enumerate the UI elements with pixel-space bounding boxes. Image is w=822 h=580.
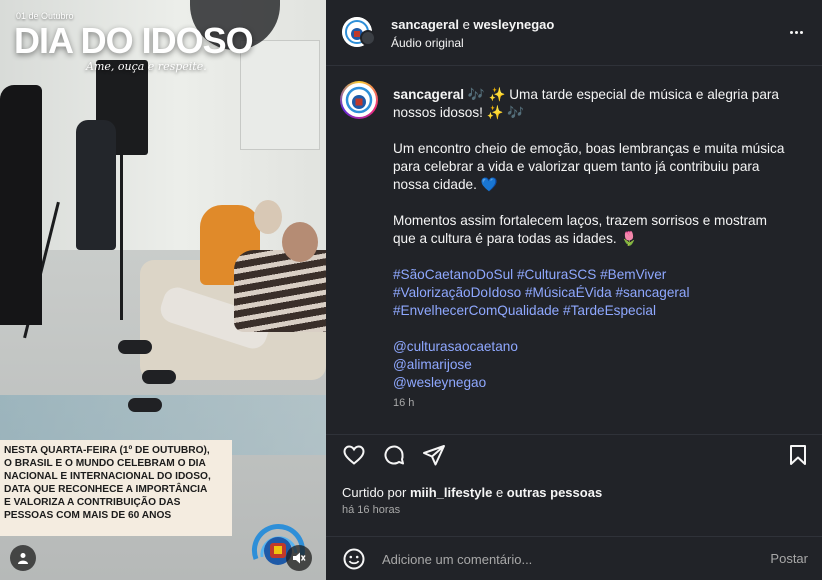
user-icon [18,553,28,564]
comment-button[interactable] [380,441,408,469]
caption-timestamp[interactable]: 16 h [393,394,793,412]
more-options-button[interactable] [786,22,806,42]
hashtag-link[interactable]: #sancageral [615,285,689,300]
comment-icon [384,445,404,465]
bookmark-icon [790,445,806,465]
share-button[interactable] [420,441,448,469]
emoji-picker-button[interactable] [342,547,366,571]
speaker-muted-icon [293,552,306,564]
scene-head [254,200,282,234]
post-time-ago[interactable]: há 16 horas [342,504,400,516]
scene-shoe [118,340,152,354]
comment-bar: Postar [326,536,822,580]
like-button[interactable] [340,441,368,469]
liked-by-user-link[interactable]: miih_lifestyle [410,485,492,500]
author-link-1[interactable]: sancageral [391,17,459,32]
post-header: sancageral e wesleynegao Áudio original [326,0,822,66]
scene-woman-striped [234,250,326,332]
caption-hashtags: #SãoCaetanoDoSul #CulturaSCS #BemViver #… [393,266,793,320]
instagram-post-modal: 01 de Outubro DIA DO IDOSO Ame, ouça e r… [0,0,822,580]
mention-link[interactable]: @alimarijose [393,356,793,374]
liked-by-summary: Curtido por miih_lifestyle e outras pess… [342,485,602,500]
scene-head [282,222,318,262]
post-panel: sancageral e wesleynegao Áudio original [326,0,822,580]
post-comment-button[interactable]: Postar [770,551,808,566]
emoji-icon [343,548,365,570]
post-authors: sancageral e wesleynegao [391,17,554,32]
audio-link[interactable]: Áudio original [391,36,464,50]
media-caption-line: PESSOAS COM MAIS DE 60 ANOS [4,510,172,521]
sanca-avatar-icon [342,83,376,117]
heart-icon [343,445,365,465]
caption-intro: sancageral 🎶 ✨ Uma tarde especial de mús… [393,86,793,122]
more-dot [799,30,803,34]
authors-connector: e [462,17,470,32]
media-caption-line: DATA QUE RECONHECE A IMPORTÂNCIA [4,484,208,495]
scene-person-background [76,120,116,250]
hashtag-link[interactable]: #MúsicaÉVida [525,285,612,300]
hashtag-link[interactable]: #SãoCaetanoDoSul [393,267,513,282]
caption-paragraph: Momentos assim fortalecem laços, trazem … [393,213,767,246]
caption-text: sancageral 🎶 ✨ Uma tarde especial de mús… [393,86,793,412]
coauthor-avatar[interactable] [360,30,376,46]
more-dot [789,30,793,34]
tagged-users-button[interactable] [10,545,36,571]
author-link-2[interactable]: wesleynegao [473,17,554,32]
media-caption-line: E VALORIZA A CONTRIBUIÇÃO DAS [4,497,181,508]
hashtag-link[interactable]: #ValorizaçãoDoIdoso [393,285,521,300]
scene-musician [0,85,42,325]
media-caption-line: NACIONAL E INTERNACIONAL DO IDOSO, [4,471,211,482]
hashtag-link[interactable]: #BemViver [600,267,666,282]
scene-speaker-stand [120,150,123,320]
media-caption-line: O BRASIL E O MUNDO CELEBRAM O DIA [4,458,206,469]
liked-by-connector: e [495,485,504,500]
media-caption-line: NESTA QUARTA-FEIRA (1º DE OUTUBRO), [4,445,210,456]
comment-input[interactable] [382,549,752,569]
caption-mentions: @culturasaocaetano @alimarijose @wesleyn… [393,338,793,392]
caption-area: sancageral 🎶 ✨ Uma tarde especial de mús… [326,66,822,426]
scene-shoe [128,398,162,412]
more-dot [794,30,798,34]
overlay-tagline: Ame, ouça e respeite. [86,60,207,73]
caption-avatar[interactable] [340,81,378,119]
overlay-title: DIA DO IDOSO [14,20,254,61]
action-bar [326,434,822,474]
hashtag-link[interactable]: #TardeEspecial [563,303,656,318]
media-caption-box: NESTA QUARTA-FEIRA (1º DE OUTUBRO), O BR… [0,440,232,536]
liked-by-others-link[interactable]: outras pessoas [507,485,602,500]
hashtag-link[interactable]: #EnvelhecerComQualidade [393,303,559,318]
mention-link[interactable]: @wesleynegao [393,374,793,392]
liked-by-prefix: Curtido por [342,485,407,500]
mute-button[interactable] [286,545,312,571]
mention-link[interactable]: @culturasaocaetano [393,338,793,356]
caption-author-link[interactable]: sancageral [393,87,464,102]
scene-shoe [142,370,176,384]
hashtag-link[interactable]: #CulturaSCS [517,267,596,282]
caption-paragraph: Um encontro cheio de emoção, boas lembra… [393,141,785,192]
save-button[interactable] [784,441,812,469]
paper-plane-icon [423,445,445,466]
post-media[interactable]: 01 de Outubro DIA DO IDOSO Ame, ouça e r… [0,0,326,580]
